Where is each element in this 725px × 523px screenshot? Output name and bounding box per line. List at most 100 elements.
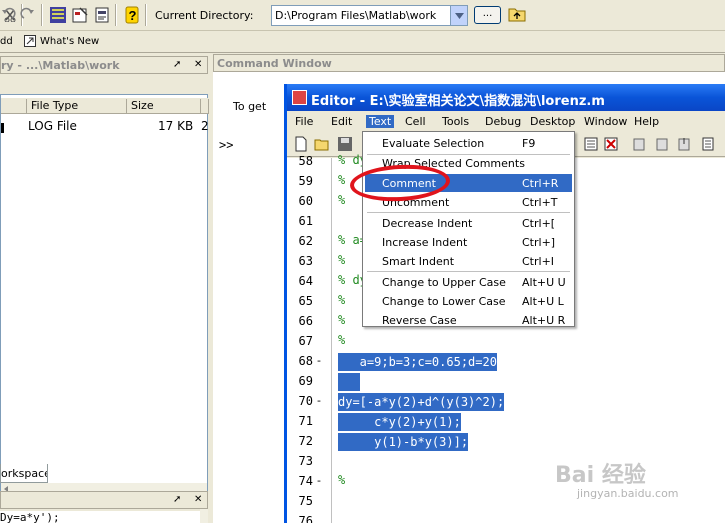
- code-line[interactable]: %: [338, 473, 345, 487]
- menu-help[interactable]: Help: [634, 115, 659, 128]
- panel-title: ry - ...\Matlab\work: [1, 59, 120, 72]
- up-folder-icon[interactable]: [507, 5, 527, 25]
- baidu-jingyan-watermark: Bai 经验 jingyan.baidu.com: [555, 457, 715, 507]
- whats-new-link[interactable]: What's New: [40, 36, 99, 47]
- redo-icon[interactable]: [18, 5, 38, 25]
- chevron-down-icon[interactable]: [450, 6, 467, 25]
- menu-item-shortcut: Alt+U R: [522, 314, 566, 327]
- code-line[interactable]: %: [338, 333, 345, 347]
- step-icon[interactable]: [632, 136, 648, 152]
- code-line[interactable]: %: [338, 313, 345, 327]
- history-title-bar: ➚ ✕: [0, 491, 208, 509]
- tab-workspace[interactable]: orkspace: [0, 464, 48, 483]
- menu-tools[interactable]: Tools: [442, 115, 469, 128]
- new-file-icon[interactable]: [293, 136, 309, 152]
- line-number: 71: [298, 414, 313, 428]
- code-line[interactable]: %: [338, 193, 345, 207]
- file-list[interactable]: File Type Size LOG File 17 KB 2: [0, 94, 209, 495]
- step-in-icon[interactable]: [654, 136, 670, 152]
- cell-eval-icon[interactable]: [583, 136, 599, 152]
- menu-cell[interactable]: Cell: [405, 115, 426, 128]
- toolbar-divider: [41, 4, 43, 26]
- simulink-icon[interactable]: [48, 5, 68, 25]
- menu-item-evaluate-selection[interactable]: Evaluate Selection F9: [365, 134, 572, 152]
- command-window-title-bar: Command Window: [213, 54, 725, 72]
- editor-title-bar[interactable]: Editor - E:\实验室相关论文\指数混沌\lorenz.m: [287, 84, 725, 111]
- menu-item-label: Decrease Indent: [382, 217, 473, 230]
- menu-item-smart-indent[interactable]: Smart Indent Ctrl+I: [365, 252, 572, 270]
- column-header-extra[interactable]: [201, 99, 209, 114]
- line-number: 74: [298, 474, 313, 488]
- code-line[interactable]: %: [338, 293, 345, 307]
- line-number: 69: [298, 374, 313, 388]
- menu-item-label: Change to Lower Case: [382, 295, 506, 308]
- code-line[interactable]: y(1)-b*y(3)];: [338, 433, 469, 451]
- current-directory-label: Current Directory:: [155, 9, 254, 22]
- column-header-file-type[interactable]: File Type: [27, 99, 127, 114]
- menu-edit[interactable]: Edit: [331, 115, 352, 128]
- menu-item-change-to-lower-case[interactable]: Change to Lower Case Alt+U L: [365, 292, 572, 310]
- main-toolbar: ? Current Directory: D:\Program Files\Ma…: [0, 0, 725, 31]
- editor-title: Editor - E:\实验室相关论文\指数混沌\lorenz.m: [311, 94, 605, 109]
- menu-item-shortcut: Ctrl+]: [522, 236, 556, 249]
- code-line[interactable]: dy=[-a*y(2)+d^(y(3)^2);: [338, 393, 505, 411]
- breakpoint-marker[interactable]: -: [317, 474, 321, 487]
- file-size-cell: 17 KB: [158, 119, 194, 133]
- breakpoint-marker[interactable]: -: [317, 354, 321, 367]
- help-icon[interactable]: ?: [122, 5, 142, 25]
- line-number: 64: [298, 274, 313, 288]
- matlab-editor-icon: [292, 90, 307, 105]
- close-icon[interactable]: ✕: [194, 494, 202, 505]
- undock-icon[interactable]: ➚: [173, 59, 181, 70]
- line-number: 76: [298, 514, 313, 523]
- menu-desktop[interactable]: Desktop: [530, 115, 575, 128]
- menu-item-reverse-case[interactable]: Reverse Case Alt+U R: [365, 311, 572, 329]
- current-directory-field[interactable]: D:\Program Files\Matlab\work: [271, 5, 468, 26]
- open-folder-icon[interactable]: [314, 136, 330, 152]
- text-menu-dropdown: Evaluate Selection F9 Wrap Selected Comm…: [362, 131, 575, 327]
- add-shortcut-link[interactable]: dd: [0, 36, 13, 47]
- step-out-icon[interactable]: [676, 136, 692, 152]
- code-line[interactable]: %: [338, 173, 345, 187]
- line-number: 67: [298, 334, 313, 348]
- continue-icon[interactable]: [700, 136, 716, 152]
- breakpoint-marker[interactable]: -: [317, 394, 321, 407]
- browse-folder-button[interactable]: ...: [474, 6, 501, 24]
- menu-item-label: Increase Indent: [382, 236, 468, 249]
- line-number: 60: [298, 194, 313, 208]
- code-line[interactable]: %: [338, 253, 345, 267]
- clear-breakpoints-icon[interactable]: [603, 136, 619, 152]
- undock-icon[interactable]: ➚: [173, 494, 181, 505]
- column-header-size[interactable]: Size: [127, 99, 201, 114]
- code-line[interactable]: c*y(2)+y(1);: [338, 413, 461, 431]
- shortcuts-bar: dd What's New: [0, 31, 725, 53]
- command-window-text: To get: [233, 100, 267, 113]
- file-type-cell: LOG File: [28, 119, 77, 133]
- menu-item-increase-indent[interactable]: Increase Indent Ctrl+]: [365, 233, 572, 251]
- line-number: 59: [298, 174, 313, 188]
- menu-item-change-to-upper-case[interactable]: Change to Upper Case Alt+U U: [365, 273, 572, 291]
- editor-menu-bar: File Edit Text Cell Tools Debug Desktop …: [287, 112, 725, 132]
- column-header-name[interactable]: [1, 99, 27, 114]
- guide-icon[interactable]: [70, 5, 90, 25]
- history-scrollbar[interactable]: [200, 509, 208, 523]
- current-directory-value: D:\Program Files\Matlab\work: [275, 9, 437, 22]
- menu-window[interactable]: Window: [584, 115, 627, 128]
- menu-debug[interactable]: Debug: [485, 115, 521, 128]
- command-prompt: >>: [219, 138, 234, 152]
- menu-item-label: Change to Upper Case: [382, 276, 506, 289]
- menu-item-shortcut: Alt+U L: [522, 295, 564, 308]
- save-icon[interactable]: [337, 136, 353, 152]
- menu-item-shortcut: Ctrl+[: [522, 217, 556, 230]
- menu-file[interactable]: File: [295, 115, 313, 128]
- code-line[interactable]: [338, 373, 360, 391]
- undo-icon[interactable]: [0, 5, 18, 25]
- toolbar-divider: [145, 4, 147, 26]
- menu-item-decrease-indent[interactable]: Decrease Indent Ctrl+[: [365, 214, 572, 232]
- close-icon[interactable]: ✕: [194, 59, 202, 70]
- code-line[interactable]: a=9;b=3;c=0.65;d=20: [338, 353, 497, 371]
- history-entry[interactable]: Dy=a*y');: [0, 511, 200, 523]
- profiler-icon[interactable]: [92, 5, 112, 25]
- menu-text[interactable]: Text: [366, 115, 395, 128]
- menu-item-label: Evaluate Selection: [382, 137, 485, 150]
